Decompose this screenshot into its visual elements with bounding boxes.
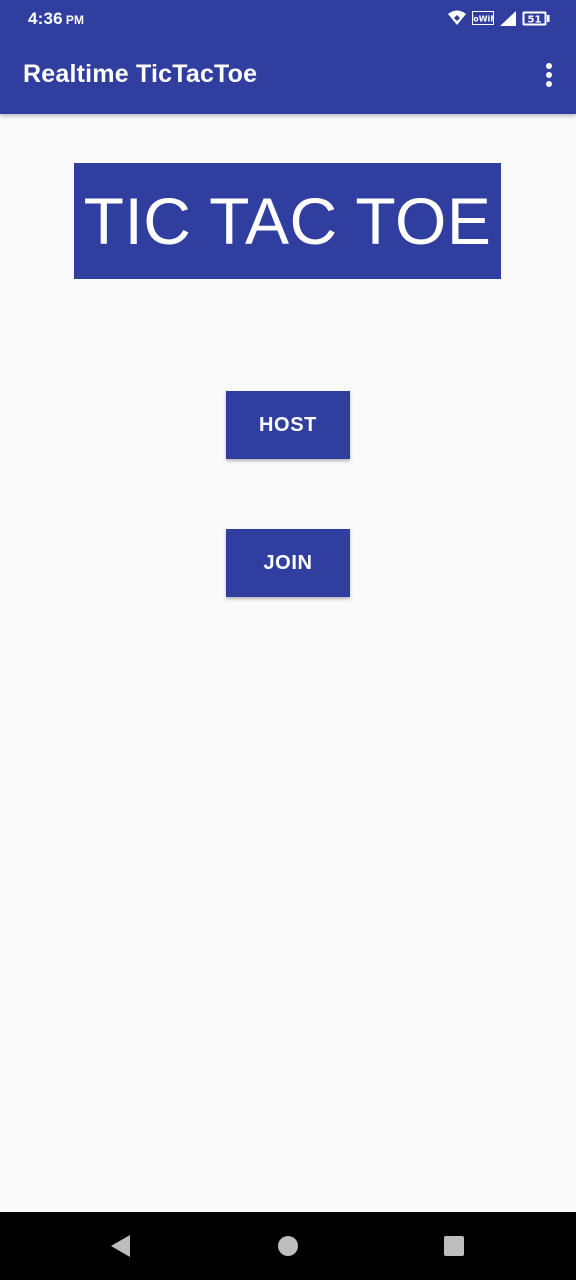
svg-text:VoWiFi: VoWiFi	[472, 15, 494, 24]
vowifi-icon: VoWiFi	[472, 11, 494, 25]
app-bar: Realtime TicTacToe	[0, 36, 576, 114]
status-time: 4:36 PM	[28, 9, 84, 29]
host-button[interactable]: HOST	[226, 391, 350, 459]
app-title: Realtime TicTacToe	[23, 60, 258, 88]
recents-button[interactable]	[434, 1226, 474, 1266]
game-title-banner: TIC TAC TOE	[74, 163, 501, 279]
clock-time: 4:36	[28, 9, 63, 28]
recents-icon	[444, 1236, 464, 1256]
navigation-bar	[0, 1212, 576, 1280]
back-icon	[111, 1235, 130, 1257]
home-icon	[278, 1236, 298, 1256]
join-button[interactable]: JOIN	[226, 529, 350, 597]
battery-level: 51	[528, 14, 542, 25]
back-button[interactable]	[101, 1226, 141, 1266]
overflow-menu-button[interactable]	[540, 58, 558, 92]
more-vert-icon	[546, 63, 552, 87]
signal-icon	[499, 10, 517, 27]
home-button[interactable]	[268, 1226, 308, 1266]
clock-ampm: PM	[65, 13, 85, 27]
status-bar: 4:36PM VoWiFi 51	[0, 0, 576, 36]
status-icons: VoWiFi 51	[447, 9, 550, 27]
hotspot-icon	[447, 10, 467, 26]
battery-icon: 51	[522, 11, 550, 26]
